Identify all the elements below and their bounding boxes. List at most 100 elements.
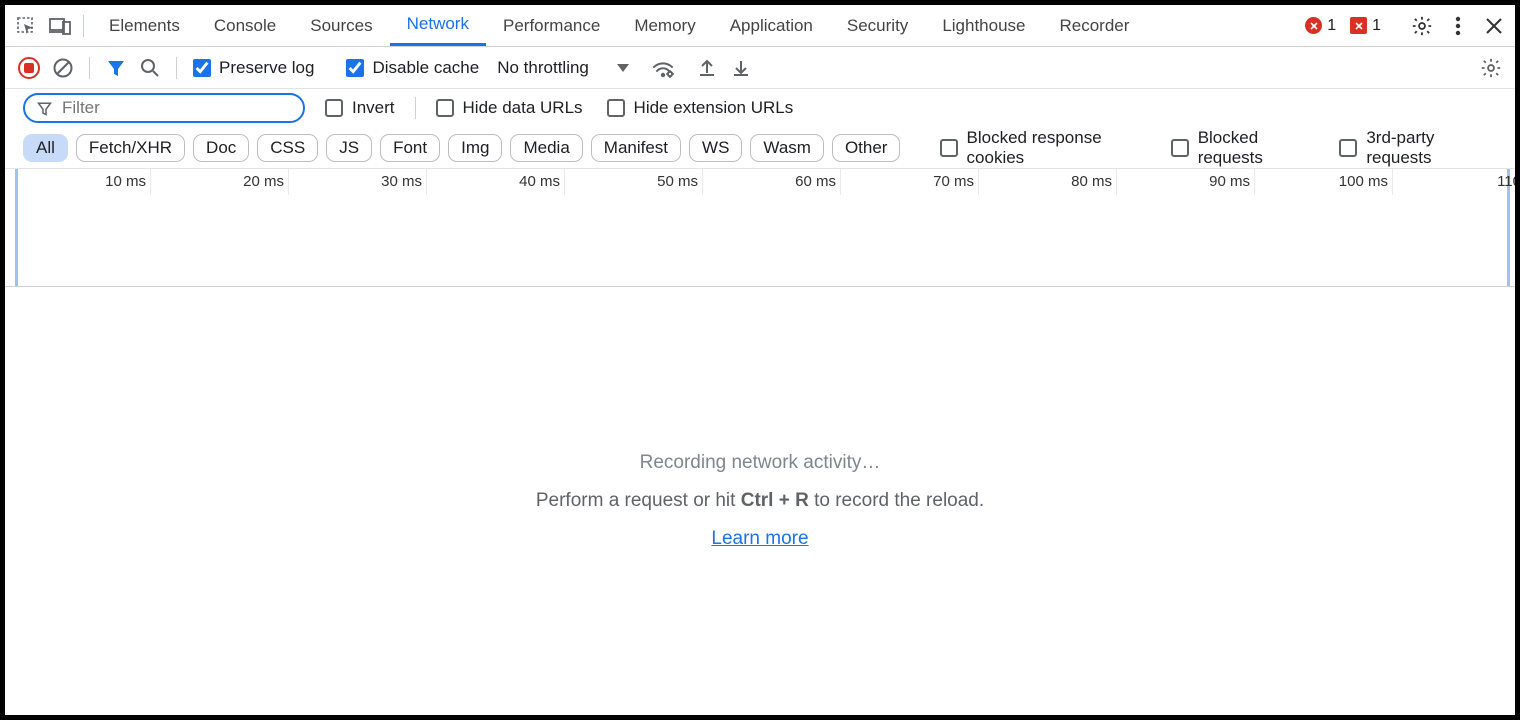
hide-ext-label: Hide extension URLs: [634, 98, 794, 118]
tab-sources[interactable]: Sources: [293, 5, 389, 46]
chip-js[interactable]: JS: [326, 134, 372, 162]
checkbox-icon: [1171, 139, 1189, 157]
issue-icon: [1350, 17, 1367, 34]
device-toolbar-icon[interactable]: [43, 9, 77, 43]
tab-network[interactable]: Network: [390, 5, 486, 46]
third-party-checkbox[interactable]: 3rd-party requests: [1335, 128, 1497, 168]
inspect-element-icon[interactable]: [9, 9, 43, 43]
tab-performance[interactable]: Performance: [486, 5, 617, 46]
tab-recorder[interactable]: Recorder: [1043, 5, 1147, 46]
filter-bar: Invert Hide data URLs Hide extension URL…: [5, 89, 1515, 127]
tick-label: 110: [1497, 173, 1515, 190]
tick-label: 60 ms: [795, 173, 840, 190]
tick-label: 90 ms: [1209, 173, 1254, 190]
panel-tabs: Elements Console Sources Network Perform…: [92, 5, 1146, 46]
tab-security[interactable]: Security: [830, 5, 925, 46]
record-button[interactable]: [15, 54, 43, 82]
divider: [176, 57, 177, 79]
resource-type-bar: All Fetch/XHR Doc CSS JS Font Img Media …: [5, 127, 1515, 169]
tick-label: 10 ms: [105, 173, 150, 190]
hide-extension-urls-checkbox[interactable]: Hide extension URLs: [603, 98, 798, 118]
blocked-cookies-checkbox[interactable]: Blocked response cookies: [936, 128, 1153, 168]
hint-pre: Perform a request or hit: [536, 490, 741, 511]
funnel-icon: [37, 101, 52, 116]
issues-indicator[interactable]: 1: [1344, 17, 1387, 35]
empty-title: Recording network activity…: [640, 452, 881, 474]
settings-icon[interactable]: [1405, 9, 1439, 43]
issues-count: 1: [1372, 17, 1381, 35]
panel-settings-icon[interactable]: [1477, 54, 1505, 82]
learn-more-link[interactable]: Learn more: [711, 528, 808, 550]
chip-css[interactable]: CSS: [257, 134, 318, 162]
devtools-window: Elements Console Sources Network Perform…: [5, 5, 1515, 715]
clear-button[interactable]: [49, 54, 77, 82]
checkbox-icon: [1339, 139, 1357, 157]
chip-font[interactable]: Font: [380, 134, 440, 162]
tick-label: 70 ms: [933, 173, 978, 190]
blocked-requests-checkbox[interactable]: Blocked requests: [1167, 128, 1322, 168]
throttling-select[interactable]: No throttling: [497, 58, 629, 78]
dropdown-icon: [617, 64, 629, 72]
chip-doc[interactable]: Doc: [193, 134, 249, 162]
filter-input[interactable]: [62, 98, 291, 118]
divider: [415, 97, 416, 119]
error-indicator[interactable]: 1: [1299, 17, 1342, 35]
tick-label: 50 ms: [657, 173, 702, 190]
disable-cache-label: Disable cache: [372, 58, 479, 78]
filter-toggle-icon[interactable]: [102, 54, 130, 82]
overview-timeline[interactable]: 10 ms 20 ms 30 ms 40 ms 50 ms 60 ms 70 m…: [5, 169, 1515, 287]
invert-label: Invert: [352, 98, 395, 118]
tab-application[interactable]: Application: [713, 5, 830, 46]
preserve-log-label: Preserve log: [219, 58, 314, 78]
divider: [89, 57, 90, 79]
top-tabstrip: Elements Console Sources Network Perform…: [5, 5, 1515, 47]
hint-key: Ctrl + R: [741, 490, 809, 511]
tick-label: 40 ms: [519, 173, 564, 190]
tab-memory[interactable]: Memory: [617, 5, 712, 46]
disable-cache-checkbox[interactable]: Disable cache: [342, 58, 483, 78]
tick-label: 80 ms: [1071, 173, 1116, 190]
divider: [83, 15, 84, 37]
close-icon[interactable]: [1477, 9, 1511, 43]
disable-cache-input[interactable]: [346, 59, 364, 77]
tick-label: 100 ms: [1339, 173, 1392, 190]
search-icon[interactable]: [136, 54, 164, 82]
throttling-value: No throttling: [497, 58, 589, 78]
hide-data-urls-checkbox[interactable]: Hide data URLs: [432, 98, 587, 118]
preserve-log-input[interactable]: [193, 59, 211, 77]
third-party-label: 3rd-party requests: [1366, 128, 1493, 168]
import-har-icon[interactable]: [727, 54, 755, 82]
chip-fetch-xhr[interactable]: Fetch/XHR: [76, 134, 185, 162]
chip-ws[interactable]: WS: [689, 134, 742, 162]
tab-console[interactable]: Console: [197, 5, 293, 46]
filter-input-wrap[interactable]: [23, 93, 305, 123]
preserve-log-checkbox[interactable]: Preserve log: [189, 58, 318, 78]
network-conditions-icon[interactable]: [649, 54, 677, 82]
error-count: 1: [1327, 17, 1336, 35]
tick-label: 20 ms: [243, 173, 288, 190]
checkbox-icon: [607, 99, 625, 117]
chip-wasm[interactable]: Wasm: [750, 134, 824, 162]
chip-img[interactable]: Img: [448, 134, 502, 162]
invert-checkbox[interactable]: Invert: [321, 98, 399, 118]
chip-other[interactable]: Other: [832, 134, 901, 162]
checkbox-icon: [325, 99, 343, 117]
chip-media[interactable]: Media: [510, 134, 582, 162]
timeline-labels: 10 ms 20 ms 30 ms 40 ms 50 ms 60 ms 70 m…: [5, 169, 1515, 195]
tab-elements[interactable]: Elements: [92, 5, 197, 46]
hint-post: to record the reload.: [809, 490, 984, 511]
chip-all[interactable]: All: [23, 134, 68, 162]
error-icon: [1305, 17, 1322, 34]
chip-manifest[interactable]: Manifest: [591, 134, 681, 162]
tick-label: 30 ms: [381, 173, 426, 190]
kebab-menu-icon[interactable]: [1441, 9, 1475, 43]
blocked-cookies-label: Blocked response cookies: [967, 128, 1149, 168]
empty-state: Recording network activity… Perform a re…: [5, 287, 1515, 715]
export-har-icon[interactable]: [693, 54, 721, 82]
checkbox-icon: [436, 99, 454, 117]
checkbox-icon: [940, 139, 958, 157]
empty-hint: Perform a request or hit Ctrl + R to rec…: [536, 490, 984, 512]
network-toolbar: Preserve log Disable cache No throttling: [5, 47, 1515, 89]
hide-data-label: Hide data URLs: [463, 98, 583, 118]
tab-lighthouse[interactable]: Lighthouse: [925, 5, 1042, 46]
